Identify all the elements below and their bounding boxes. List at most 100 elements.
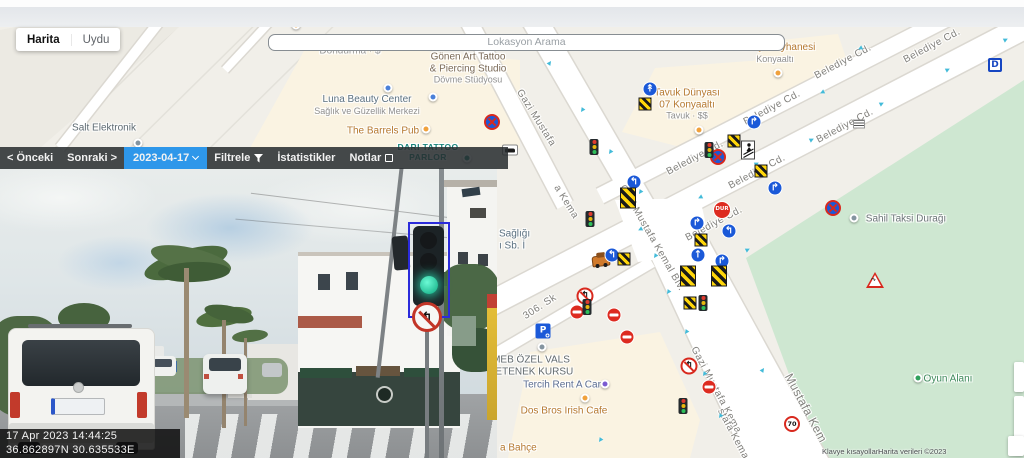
blue-sign-icon[interactable]: ↱ [768, 181, 783, 196]
dur-sign-icon[interactable]: DUR [713, 201, 731, 219]
van-taillight [137, 392, 147, 418]
sedan-brake-light [238, 374, 243, 379]
van-taillight [10, 392, 20, 418]
app-window: Gazi Mustafaa KemaGazi Mustafa Kemal Blv… [0, 0, 1024, 458]
chev-sign-icon[interactable] [618, 253, 631, 266]
light-sign-icon[interactable] [590, 139, 599, 155]
dsign-sign-icon[interactable]: D [988, 58, 1002, 72]
location-search-input[interactable] [268, 34, 785, 51]
chev-sign-icon[interactable] [639, 98, 652, 111]
map-type-satellite-button[interactable]: Uydu [71, 34, 121, 46]
nostop-sign-icon[interactable] [825, 200, 841, 216]
white-car-window [154, 359, 172, 367]
chevB-sign-icon[interactable] [711, 266, 727, 287]
poi-label[interactable]: Luna Beauty CenterSağlık ve Güzellik Mer… [314, 94, 420, 116]
building-roof [444, 180, 497, 187]
date-picker-button[interactable]: 2023-04-17 [124, 147, 207, 169]
timestamp-text: 17 Apr 2023 14:44:25 [6, 430, 174, 444]
chev-sign-icon[interactable] [684, 297, 697, 310]
poi-pin-icon[interactable] [581, 394, 590, 403]
street-photo-panel[interactable]: ↰ 17 Apr 2023 14:44:25 36.862897N 30.635… [0, 168, 497, 458]
top-white-band [0, 0, 1024, 7]
sedan-window [209, 358, 241, 371]
building-window [458, 252, 468, 264]
pub-sign [376, 386, 393, 403]
light-sign-icon[interactable] [705, 142, 714, 158]
awning [300, 368, 352, 378]
warntri-sign-icon[interactable]: ↷ [866, 272, 884, 288]
poi-label[interactable]: a Bahçe [500, 442, 537, 454]
nostop-sign-icon[interactable] [484, 114, 500, 130]
poi-pin-icon[interactable] [695, 126, 704, 135]
poi-label[interactable]: Salt Elektronik [72, 122, 136, 134]
distant-silver-car [262, 363, 282, 377]
attic-window [470, 208, 486, 218]
chevB-sign-icon[interactable] [620, 188, 636, 209]
poi-pin-icon[interactable] [601, 380, 610, 389]
map-control-partial[interactable] [1008, 436, 1024, 456]
pdis-sign-icon[interactable]: P [536, 324, 551, 339]
light-sign-icon[interactable] [586, 211, 595, 227]
light-sign-icon[interactable] [699, 295, 708, 311]
map-control-partial[interactable] [1014, 362, 1024, 392]
map-type-control: Harita Uydu [16, 28, 120, 51]
poi-pin-icon[interactable] [384, 84, 393, 93]
search-bar [268, 32, 785, 49]
chev-sign-icon[interactable] [695, 234, 708, 247]
map-type-map-button[interactable]: Harita [16, 34, 71, 46]
chev-sign-icon[interactable] [755, 165, 768, 178]
photo-toolbar: < Önceki Sonraki > 2023-04-17 Filtrele İ… [0, 147, 508, 169]
van-rear-window [22, 340, 140, 386]
blue-sign-icon[interactable]: ↱ [690, 216, 705, 231]
poi-pin-icon[interactable] [774, 69, 783, 78]
noentry-sign-icon[interactable] [620, 330, 635, 345]
license-plate [51, 398, 105, 415]
note-square-icon [385, 154, 393, 162]
light-sign-icon[interactable] [583, 299, 592, 315]
poi-label[interactable]: Tercih Rent A Car [523, 379, 601, 391]
blue-sign-icon[interactable]: ↑ [691, 248, 706, 263]
blue-sign-icon[interactable]: ↰ [722, 224, 737, 239]
building-window [318, 274, 330, 290]
poi-label[interactable]: Gönen Art Tattoo& Piercing StudioDövme S… [430, 51, 507, 84]
light-sign-icon[interactable] [679, 398, 688, 414]
poi-pin-icon[interactable] [850, 214, 859, 223]
filter-button[interactable]: Filtrele [207, 147, 270, 169]
poi-label[interactable]: MEB ÖZEL VALSYETENEK KURSU [489, 355, 573, 378]
top-gray-band [0, 7, 1024, 27]
noentry-sign-icon[interactable] [607, 308, 622, 323]
chevB-sign-icon[interactable] [680, 266, 696, 287]
poi-label[interactable]: Sahil Taksi Durağı [866, 213, 946, 225]
poi-pin-icon[interactable] [914, 374, 923, 383]
palm-trunk [184, 268, 189, 418]
poi-pin-icon[interactable] [422, 125, 431, 134]
yellow-pole-sign [487, 308, 497, 420]
notes-button[interactable]: Notlar [342, 147, 400, 169]
blue-sign-icon[interactable]: ↱ [747, 115, 762, 130]
timestamp-overlay: 17 Apr 2023 14:44:25 36.862897N 30.63553… [0, 429, 180, 458]
noleft-sign-icon[interactable]: ↰ [681, 358, 698, 375]
utility-cabinet [452, 316, 476, 346]
poi-label[interactable]: Dos Bros Irish Cafe [521, 405, 608, 417]
blue-sign-icon[interactable]: ↟ [643, 82, 658, 97]
poi-label[interactable]: Sağlığıı Sb. İ [499, 229, 530, 252]
poi-pin-icon[interactable] [538, 343, 547, 352]
sedan-brake-light [204, 374, 209, 379]
filter-funnel-icon [254, 154, 263, 163]
chevron-down-icon [192, 153, 199, 160]
poi-label[interactable]: Oyun Alanı [924, 373, 973, 385]
poi-label[interactable]: The Barrels Pub [347, 125, 419, 137]
keyboard-shortcuts-link[interactable]: Klavye kısayolları [822, 447, 880, 456]
statistics-button[interactable]: İstatistikler [270, 147, 342, 169]
plate-sign-icon[interactable] [853, 120, 865, 129]
next-button[interactable]: Sonraki > [60, 147, 124, 169]
poi-pin-icon[interactable] [429, 93, 438, 102]
no-left-turn-sign: ↰ [412, 302, 442, 332]
van-badge [73, 382, 84, 393]
chev-sign-icon[interactable] [728, 135, 741, 148]
s70-sign-icon[interactable]: 70 [784, 416, 800, 432]
previous-button[interactable]: < Önceki [0, 147, 60, 169]
cross-sign-icon[interactable] [741, 141, 755, 160]
poi-label[interactable]: Tavuk Dünyası07 KonyaaltıTavuk · $$ [654, 87, 720, 120]
noentry-sign-icon[interactable] [702, 380, 717, 395]
